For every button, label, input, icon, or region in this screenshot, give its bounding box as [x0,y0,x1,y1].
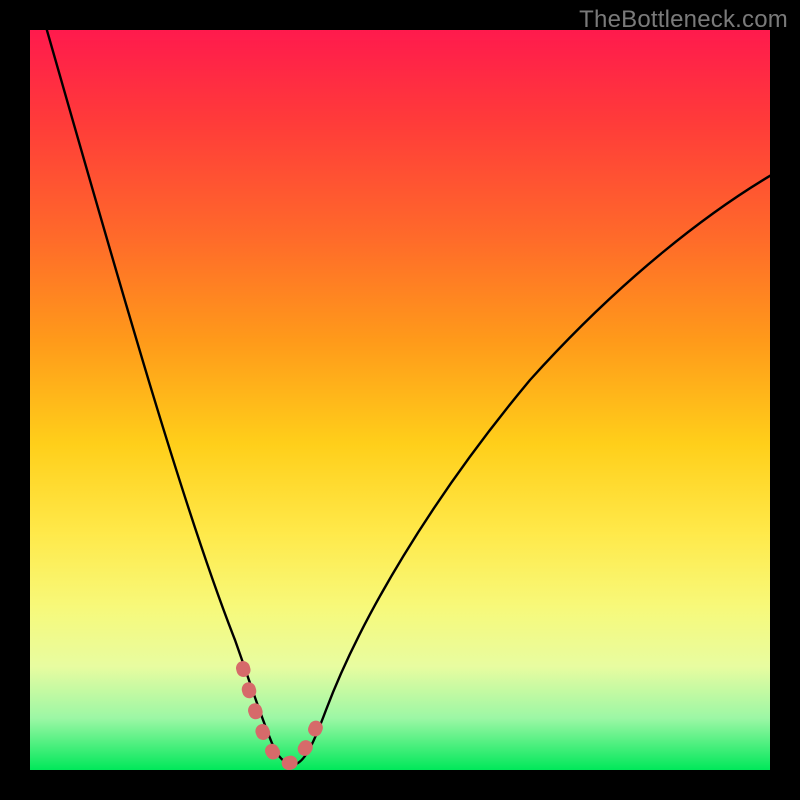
bottleneck-curve [44,30,770,764]
chart-frame: TheBottleneck.com [0,0,800,800]
watermark-text: TheBottleneck.com [579,6,788,34]
plot-area [30,30,770,770]
curve-layer [30,30,770,770]
optimal-zone-highlight [243,668,320,763]
